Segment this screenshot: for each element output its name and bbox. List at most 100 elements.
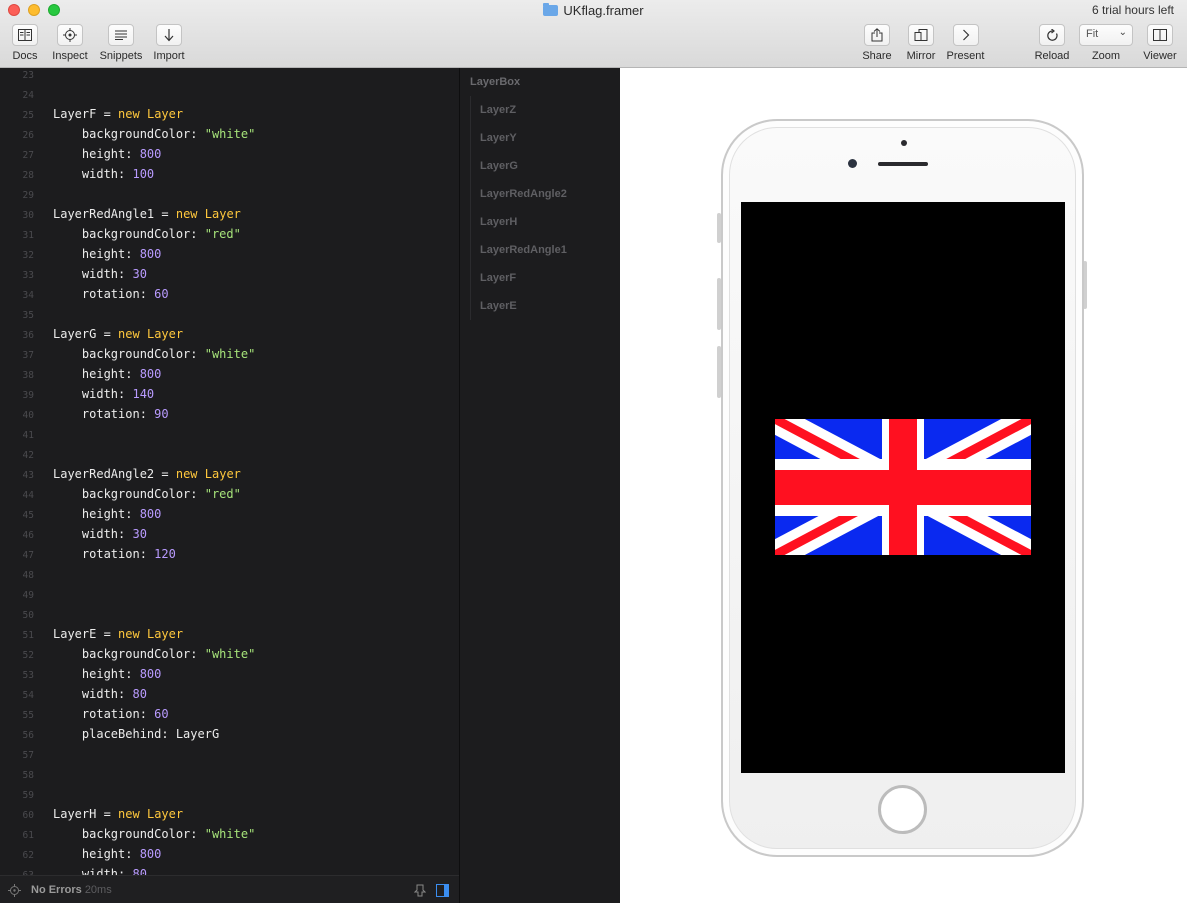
uk-flag — [775, 419, 1031, 555]
layer-item-layerbox[interactable]: LayerBox — [470, 76, 520, 88]
crosshair-icon[interactable] — [8, 884, 21, 897]
docs-button[interactable]: Docs — [11, 24, 39, 62]
code-text: LayerH = new Layer — [34, 804, 183, 824]
code-editor[interactable]: 23 24 25 LayerF = new Layer 26 backgroundCol… — [0, 68, 459, 875]
code-line[interactable]: 37 backgroundColor: "white" — [0, 344, 256, 364]
code-text: rotation: 60 — [34, 704, 169, 724]
code-line[interactable]: 28 width: 100 — [0, 164, 155, 184]
code-line[interactable]: 47 rotation: 120 — [0, 544, 176, 564]
code-token: = — [96, 807, 119, 821]
code-line[interactable]: 34 rotation: 60 — [0, 284, 169, 304]
code-token: 800 — [139, 147, 162, 161]
line-number: 47 — [22, 550, 34, 561]
device-screen[interactable] — [741, 202, 1065, 773]
code-line[interactable]: 51 LayerE = new Layer — [0, 624, 184, 644]
code-line[interactable]: 59 — [0, 784, 53, 804]
code-line[interactable]: 62 height: 800 — [0, 844, 162, 864]
code-text: height: 800 — [34, 244, 162, 264]
code-line[interactable]: 39 width: 140 — [0, 384, 155, 404]
code-text: backgroundColor: "red" — [34, 224, 241, 244]
layer-item-layery[interactable]: LayerY — [480, 132, 517, 144]
layer-item-layerh[interactable]: LayerH — [480, 216, 517, 228]
code-line[interactable]: 42 — [0, 444, 53, 464]
code-line[interactable]: 44 backgroundColor: "red" — [0, 484, 241, 504]
code-line[interactable]: 63 width: 80 — [0, 864, 147, 875]
code-line[interactable]: 49 — [0, 584, 53, 604]
code-line[interactable]: 41 — [0, 424, 53, 444]
zoom-control[interactable]: Fit ⌄ Zoom — [1079, 24, 1133, 62]
code-line[interactable]: 57 — [0, 744, 53, 764]
import-button[interactable]: Import — [152, 24, 186, 62]
code-token: rotation: — [53, 707, 155, 721]
code-line[interactable]: 52 backgroundColor: "white" — [0, 644, 256, 664]
code-line[interactable]: 54 width: 80 — [0, 684, 147, 704]
code-line[interactable]: 24 — [0, 84, 53, 104]
iphone-frame — [721, 119, 1084, 857]
code-text: width: 140 — [34, 384, 154, 404]
present-button[interactable]: Present — [944, 24, 987, 62]
panel-toggle-icon[interactable] — [436, 884, 449, 897]
code-line[interactable]: 61 backgroundColor: "white" — [0, 824, 256, 844]
code-line[interactable]: 38 height: 800 — [0, 364, 162, 384]
line-number: 51 — [22, 630, 34, 641]
code-token: width: — [53, 387, 133, 401]
line-number: 29 — [22, 190, 34, 201]
code-line[interactable]: 43 LayerRedAngle2 = new Layer — [0, 464, 241, 484]
code-line[interactable]: 40 rotation: 90 — [0, 404, 169, 424]
code-token: 80 — [132, 687, 147, 701]
home-button[interactable] — [878, 785, 927, 834]
code-line[interactable]: 46 width: 30 — [0, 524, 147, 544]
code-line[interactable]: 33 width: 30 — [0, 264, 147, 284]
code-token: new — [175, 467, 198, 481]
layer-item-layerredangle2[interactable]: LayerRedAngle2 — [480, 188, 567, 200]
zoom-select[interactable]: Fit ⌄ — [1079, 24, 1133, 46]
code-line[interactable]: 56 placeBehind: LayerG — [0, 724, 220, 744]
code-line[interactable]: 45 height: 800 — [0, 504, 162, 524]
code-line[interactable]: 30 LayerRedAngle1 = new Layer — [0, 204, 241, 224]
code-token: "red" — [204, 487, 241, 501]
layer-item-layerf[interactable]: LayerF — [480, 272, 516, 284]
code-text: width: 30 — [34, 524, 147, 544]
viewer-button[interactable]: Viewer — [1141, 24, 1179, 62]
code-line[interactable]: 26 backgroundColor: "white" — [0, 124, 256, 144]
code-line[interactable]: 23 — [0, 68, 53, 84]
inspect-button[interactable]: Inspect — [52, 24, 88, 62]
status-bar: No Errors 20ms — [0, 875, 459, 903]
window-titlebar: UKflag.framer 6 trial hours left Docs In… — [0, 0, 1187, 68]
line-number: 45 — [22, 510, 34, 521]
line-number: 46 — [22, 530, 34, 541]
code-line[interactable]: 58 — [0, 764, 53, 784]
reload-button[interactable]: Reload — [1033, 24, 1071, 62]
code-line[interactable]: 53 height: 800 — [0, 664, 162, 684]
mirror-button[interactable]: Mirror — [904, 24, 938, 62]
code-text: width: 100 — [34, 164, 154, 184]
code-line[interactable]: 48 — [0, 564, 53, 584]
code-text: LayerRedAngle1 = new Layer — [34, 204, 241, 224]
line-number: 61 — [22, 830, 34, 841]
device-icon[interactable] — [414, 884, 426, 897]
code-line[interactable]: 27 height: 800 — [0, 144, 162, 164]
layer-item-layerz[interactable]: LayerZ — [480, 104, 516, 116]
snippets-button[interactable]: Snippets — [97, 24, 145, 62]
code-line[interactable]: 36 LayerG = new Layer — [0, 324, 184, 344]
code-line[interactable]: 32 height: 800 — [0, 244, 162, 264]
code-token: Layer — [146, 627, 184, 641]
zoom-value: Fit — [1086, 28, 1099, 40]
code-line[interactable]: 50 — [0, 604, 53, 624]
layer-item-layerredangle1[interactable]: LayerRedAngle1 — [480, 244, 567, 256]
code-line[interactable]: 29 — [0, 184, 53, 204]
code-token: width: — [53, 527, 133, 541]
line-number: 38 — [22, 370, 34, 381]
code-line[interactable]: 60 LayerH = new Layer — [0, 804, 184, 824]
layer-item-layerg[interactable]: LayerG — [480, 160, 518, 172]
code-line[interactable]: 35 — [0, 304, 53, 324]
line-number: 49 — [22, 590, 34, 601]
code-line[interactable]: 31 backgroundColor: "red" — [0, 224, 241, 244]
code-line[interactable]: 55 rotation: 60 — [0, 704, 169, 724]
code-line[interactable]: 25 LayerF = new Layer — [0, 104, 184, 124]
layer-item-layere[interactable]: LayerE — [480, 300, 517, 312]
share-button[interactable]: Share — [862, 24, 892, 62]
